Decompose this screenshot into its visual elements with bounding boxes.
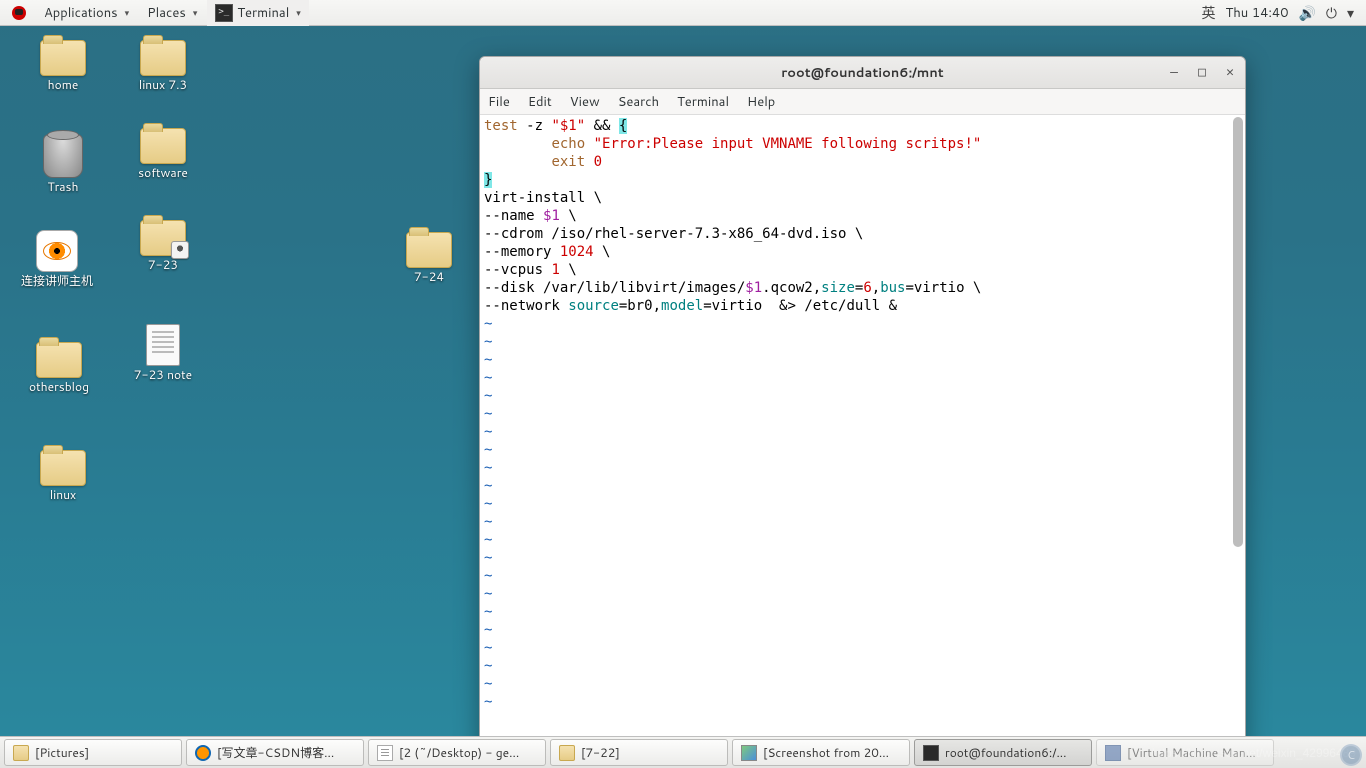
icon-label: 7-24 <box>384 270 474 284</box>
window-close-button[interactable]: ✕ <box>1223 66 1237 80</box>
vmm-icon <box>1105 745 1121 761</box>
desktop-icon-7-23-note[interactable]: 7-23 note <box>118 324 208 382</box>
window-title: root@foundation6:/mnt <box>480 64 1245 82</box>
task-pictures[interactable]: [Pictures] <box>4 739 182 766</box>
task-label: [Screenshot from 20... <box>763 744 889 761</box>
icon-label: linux 7.3 <box>118 78 208 92</box>
vnc-icon <box>36 230 78 272</box>
folder-icon <box>140 40 186 76</box>
terminal-icon <box>215 4 233 22</box>
menu-places[interactable]: Places <box>139 0 205 26</box>
task-firefox-csdn[interactable]: [写文章-CSDN博客... <box>186 739 364 766</box>
task-label: [7-22] <box>581 744 620 761</box>
trash-icon <box>43 134 83 178</box>
task-gedit[interactable]: [2 (~/Desktop) - ge... <box>368 739 546 766</box>
clock[interactable]: Thu 14:40 <box>1226 4 1289 22</box>
desktop-icon-home[interactable]: home <box>18 40 108 92</box>
folder-icon <box>406 232 452 268</box>
firefox-icon <box>195 745 211 761</box>
desktop-icon-7-23[interactable]: 7-23 <box>118 220 208 272</box>
gedit-icon <box>377 745 393 761</box>
user-menu-icon[interactable]: ▾ <box>1347 3 1354 23</box>
window-maximize-button[interactable]: □ <box>1195 66 1209 80</box>
icon-label: home <box>18 78 108 92</box>
icon-label: othersblog <box>14 380 104 394</box>
menu-help[interactable]: Help <box>747 93 775 111</box>
folder-locked-icon <box>140 220 186 256</box>
menu-applications[interactable]: Applications <box>36 0 137 26</box>
terminal-icon <box>923 745 939 761</box>
textfile-icon <box>146 324 180 366</box>
desktop-icon-linux73[interactable]: linux 7.3 <box>118 40 208 92</box>
folder-icon <box>36 342 82 378</box>
menu-edit[interactable]: Edit <box>528 93 552 111</box>
distro-icon[interactable] <box>4 0 34 26</box>
icon-label: 连接讲师主机 <box>12 274 102 288</box>
task-7-22[interactable]: [7-22] <box>550 739 728 766</box>
desktop-icon-othersblog[interactable]: othersblog <box>14 342 104 394</box>
folder-icon <box>40 450 86 486</box>
image-icon <box>741 745 757 761</box>
ime-indicator[interactable]: 英 <box>1202 3 1216 23</box>
desktop-icon-linux[interactable]: linux <box>18 450 108 502</box>
menu-terminal[interactable]: Terminal <box>677 93 729 111</box>
terminal-window: root@foundation6:/mnt — □ ✕ File Edit Vi… <box>479 56 1246 758</box>
scrollbar-thumb[interactable] <box>1233 117 1243 547</box>
desktop-icon-trash[interactable]: Trash <box>18 134 108 194</box>
menu-file[interactable]: File <box>488 93 510 111</box>
power-icon[interactable]: ⏻ <box>1326 3 1337 23</box>
redhat-icon <box>12 6 26 20</box>
desktop[interactable]: home Trash 连接讲师主机 othersblog linux linux… <box>0 26 1366 736</box>
terminal-menubar: File Edit View Search Terminal Help <box>480 89 1245 115</box>
menu-terminal[interactable]: Terminal <box>207 0 308 26</box>
top-panel: Applications Places Terminal 英 Thu 14:40… <box>0 0 1366 26</box>
task-terminal[interactable]: root@foundation6:/... <box>914 739 1092 766</box>
window-minimize-button[interactable]: — <box>1167 66 1181 80</box>
icon-label: 7-23 <box>118 258 208 272</box>
icon-label: Trash <box>18 180 108 194</box>
folder-icon <box>13 745 29 761</box>
icon-label: software <box>118 166 208 180</box>
watermark-badge-icon: C <box>1340 744 1362 766</box>
terminal-text: test -z "$1" && { echo "Error:Please inp… <box>480 115 1245 713</box>
task-screenshot[interactable]: [Screenshot from 20... <box>732 739 910 766</box>
icon-label: linux <box>18 488 108 502</box>
window-titlebar[interactable]: root@foundation6:/mnt — □ ✕ <box>480 57 1245 89</box>
icon-label: 7-23 note <box>118 368 208 382</box>
desktop-icon-software[interactable]: software <box>118 128 208 180</box>
task-label: [Pictures] <box>35 744 89 761</box>
watermark-text: https://blog.csdn.net/weixin_42996489 <box>1152 746 1356 760</box>
terminal-scrollbar[interactable] <box>1233 117 1243 737</box>
volume-icon[interactable]: 🔊 <box>1298 3 1315 23</box>
task-label: [2 (~/Desktop) - ge... <box>399 744 519 761</box>
folder-icon <box>140 128 186 164</box>
menu-search[interactable]: Search <box>618 93 659 111</box>
menu-places-label: Places <box>147 4 186 22</box>
menu-applications-label: Applications <box>44 4 118 22</box>
folder-icon <box>559 745 575 761</box>
terminal-body[interactable]: test -z "$1" && { echo "Error:Please inp… <box>480 115 1245 757</box>
task-label: [写文章-CSDN博客... <box>217 744 334 761</box>
desktop-icon-7-24[interactable]: 7-24 <box>384 232 474 284</box>
menu-view[interactable]: View <box>570 93 600 111</box>
task-label: root@foundation6:/... <box>945 744 1066 761</box>
menu-terminal-label: Terminal <box>237 4 289 22</box>
folder-icon <box>40 40 86 76</box>
desktop-icon-vnc[interactable]: 连接讲师主机 <box>12 230 102 288</box>
